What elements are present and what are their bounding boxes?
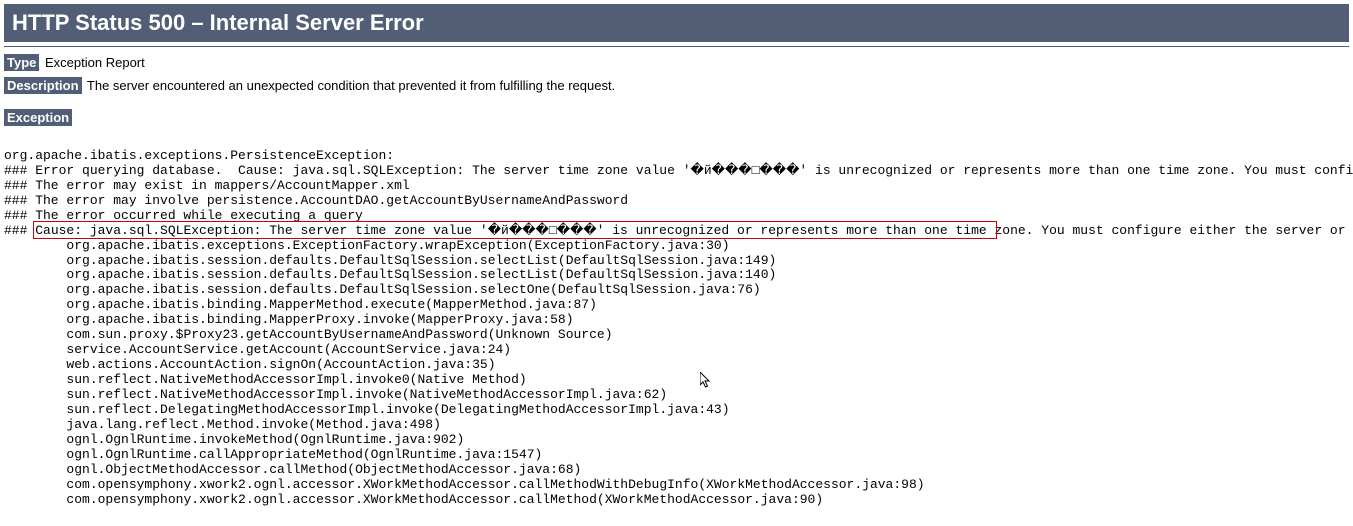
trace-line: ognl.ObjectMethodAccessor.callMethod(Obj…: [4, 462, 581, 477]
trace-line: sun.reflect.NativeMethodAccessorImpl.inv…: [4, 372, 527, 387]
page-title: HTTP Status 500 – Internal Server Error: [4, 4, 1349, 42]
trace-line: org.apache.ibatis.exceptions.ExceptionFa…: [4, 238, 730, 253]
trace-line: com.sun.proxy.$Proxy23.getAccountByUsern…: [4, 327, 613, 342]
trace-line: ### Error querying database. Cause: java…: [4, 163, 1353, 178]
trace-line: com.opensymphony.xwork2.ognl.accessor.XW…: [4, 492, 823, 507]
description-text: The server encountered an unexpected con…: [87, 78, 615, 93]
trace-line: service.AccountService.getAccount(Accoun…: [4, 342, 511, 357]
trace-line: java.lang.reflect.Method.invoke(Method.j…: [4, 417, 441, 432]
trace-line: org.apache.ibatis.exceptions.Persistence…: [4, 148, 402, 163]
divider: [4, 46, 1349, 47]
trace-line-highlight: Cause: java.sql.SQLException: The server…: [35, 223, 1033, 238]
stack-trace: org.apache.ibatis.exceptions.Persistence…: [4, 134, 1349, 522]
type-text: Exception Report: [45, 55, 145, 70]
trace-line: com.opensymphony.xwork2.ognl.accessor.XW…: [4, 477, 925, 492]
description-section: Description The server encountered an un…: [4, 78, 1349, 93]
trace-line: web.actions.AccountAction.signOn(Account…: [4, 357, 496, 372]
trace-line: ognl.OgnlRuntime.invokeMethod(OgnlRuntim…: [4, 432, 464, 447]
trace-line: ### The error may exist in mappers/Accou…: [4, 178, 410, 193]
trace-line: org.apache.ibatis.binding.MapperProxy.in…: [4, 312, 574, 327]
trace-line: org.apache.ibatis.binding.MapperMethod.e…: [4, 297, 597, 312]
trace-line: ### The error occurred while executing a…: [4, 208, 363, 223]
trace-line: ognl.OgnlRuntime.callAppropriateMethod(O…: [4, 447, 542, 462]
trace-line: ### The error may involve persistence.Ac…: [4, 193, 628, 208]
trace-line: org.apache.ibatis.session.defaults.Defau…: [4, 282, 761, 297]
trace-line-prefix: ###: [4, 223, 35, 238]
trace-line: org.apache.ibatis.session.defaults.Defau…: [4, 253, 776, 268]
trace-line: org.apache.ibatis.session.defaults.Defau…: [4, 267, 776, 282]
exception-label: Exception: [4, 109, 72, 126]
type-section: Type Exception Report: [4, 55, 1349, 70]
page-title-text: HTTP Status 500 – Internal Server Error: [12, 10, 424, 35]
trace-line-suffix: You must configure either the server or …: [1033, 223, 1353, 238]
description-label: Description: [4, 77, 82, 94]
type-label: Type: [4, 54, 39, 71]
trace-line: sun.reflect.DelegatingMethodAccessorImpl…: [4, 402, 730, 417]
trace-line: sun.reflect.NativeMethodAccessorImpl.inv…: [4, 387, 667, 402]
